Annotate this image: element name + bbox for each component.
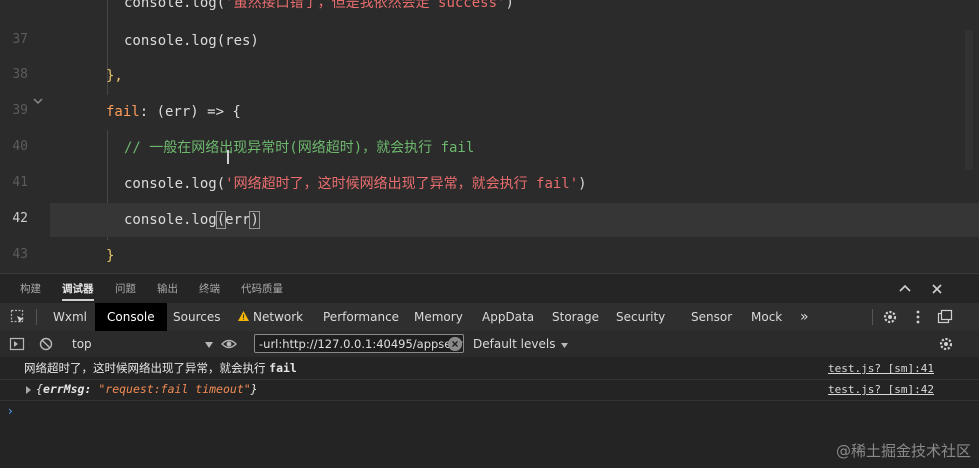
console-message-text: 网络超时了，这时候网络出现了异常，就会执行 fail	[24, 358, 297, 379]
tab-sources[interactable]: Sources	[173, 303, 220, 331]
editor-scrollbar[interactable]	[965, 30, 973, 170]
bracket-match: )	[249, 211, 260, 229]
object-key: errMsg:	[42, 382, 92, 396]
code-area[interactable]: console.log('虽然接口错了，但是我依然会走 success') co…	[50, 0, 979, 273]
log-levels-label: Default levels	[473, 337, 556, 351]
code-line-41: console.log('网络超时了，这时候网络出现了异常，就会执行 fail'…	[50, 167, 979, 201]
code-line-37: console.log(res)	[50, 24, 979, 58]
filter-input[interactable]: -url:http://127.0.0.1:40495/appservice	[254, 334, 464, 353]
code-token: console.log	[124, 212, 217, 228]
text-cursor-icon	[227, 150, 229, 164]
code-token: }	[106, 248, 115, 264]
message-text: 网络超时了，这时候网络出现了异常，就会执行	[24, 361, 270, 375]
code-line-43: }	[50, 239, 979, 273]
block-icon[interactable]	[38, 336, 54, 352]
line-gutter: 37 38 39 40 41 42 43	[0, 0, 50, 273]
line-number-active: 42	[12, 211, 28, 226]
code-line-42-current: console.log(err)	[50, 203, 979, 237]
line-number: 43	[12, 247, 28, 262]
line-number: 37	[12, 32, 28, 47]
close-icon[interactable]	[928, 280, 946, 298]
tab-security[interactable]: Security	[616, 303, 665, 331]
code-string: '虽然接口错了，但是我依然会走 success'	[225, 0, 506, 11]
expand-arrow-icon[interactable]	[26, 386, 31, 394]
tab-output[interactable]: 输出	[157, 274, 178, 304]
line-number: 39	[12, 103, 28, 118]
code-token: },	[106, 68, 123, 84]
tab-build[interactable]: 构建	[20, 274, 41, 304]
divider	[872, 309, 873, 325]
tab-problems[interactable]: 问题	[115, 274, 136, 304]
console-output[interactable]: 网络超时了，这时候网络出现了异常，就会执行 fail test.js? [sm]…	[0, 357, 979, 468]
code-keyword: fail	[106, 104, 140, 120]
kebab-icon[interactable]	[910, 309, 926, 325]
code-line-39: fail: (err) => {	[50, 95, 979, 129]
code-token: )	[578, 176, 587, 192]
line-number: 40	[12, 139, 28, 154]
warning-icon	[238, 311, 249, 321]
tab-memory[interactable]: Memory	[414, 303, 463, 331]
console-message: 网络超时了，这时候网络出现了异常，就会执行 fail test.js? [sm]…	[0, 358, 979, 380]
console-message: {errMsg: "request:fail timeout"} test.js…	[0, 379, 979, 401]
code-token: console.log(	[124, 176, 226, 192]
tab-sensor[interactable]: Sensor	[691, 303, 732, 331]
bracket-match: (	[215, 211, 227, 229]
inspect-icon[interactable]	[10, 309, 26, 325]
code-line-36: console.log('虽然接口错了，但是我依然会走 success')	[50, 0, 979, 20]
fold-chevron-icon[interactable]	[33, 96, 43, 106]
code-token: : (err) => {	[139, 104, 241, 120]
tab-appdata[interactable]: AppData	[482, 303, 534, 331]
code-token: console.log(res)	[124, 33, 259, 49]
gear-icon[interactable]	[938, 336, 954, 352]
code-line-38: },	[50, 59, 979, 93]
chevron-down-icon[interactable]	[205, 342, 213, 348]
tab-terminal[interactable]: 终端	[199, 274, 220, 304]
watermark: @稀土掘金技术社区	[835, 442, 971, 460]
log-levels-select[interactable]: Default levels	[473, 331, 569, 357]
console-toolbar: top -url:http://127.0.0.1:40495/appservi…	[0, 331, 979, 358]
line-number: 41	[12, 175, 28, 190]
sidebar-icon[interactable]	[9, 336, 25, 352]
tab-network[interactable]: Network	[238, 303, 303, 331]
bottom-panel-tabs: 构建 调试器 问题 输出 终端 代码质量	[0, 273, 979, 304]
tab-mock[interactable]: Mock	[751, 303, 782, 331]
tab-wxml[interactable]: Wxml	[53, 303, 87, 331]
line-number: 38	[12, 67, 28, 82]
code-token: console.log(	[124, 0, 226, 11]
source-link[interactable]: test.js? [sm]:42	[828, 379, 934, 400]
dock-icon[interactable]	[937, 309, 953, 325]
code-editor[interactable]: 37 38 39 40 41 42 43 console.log('虽然接口错了…	[0, 0, 979, 273]
message-code: fail	[269, 361, 297, 375]
context-select[interactable]: top	[72, 331, 92, 357]
code-token: )	[505, 0, 514, 11]
tab-storage[interactable]: Storage	[552, 303, 599, 331]
eye-icon[interactable]	[221, 336, 237, 352]
code-token: err	[225, 212, 251, 228]
code-string: '网络超时了，这时候网络出现了异常，就会执行 fail'	[225, 176, 579, 192]
tab-console[interactable]: Console	[95, 303, 167, 331]
tab-performance[interactable]: Performance	[323, 303, 399, 331]
gear-icon[interactable]	[882, 309, 898, 325]
tab-network-label: Network	[253, 310, 304, 324]
chevron-down-icon	[561, 343, 569, 348]
clear-filter-icon[interactable]	[448, 337, 462, 351]
chevron-up-icon[interactable]	[896, 280, 914, 298]
console-object[interactable]: {errMsg: "request:fail timeout"}	[36, 379, 258, 400]
tab-code-quality[interactable]: 代码质量	[241, 274, 283, 304]
console-prompt[interactable]: ›	[8, 401, 13, 422]
code-line-40: // 一般在网络出现异常时(网络超时)，就会执行 fail	[50, 131, 979, 165]
more-tabs-button[interactable]: »	[800, 303, 809, 331]
object-value: "request:fail timeout"	[98, 382, 251, 396]
divider	[36, 309, 37, 325]
source-link[interactable]: test.js? [sm]:41	[828, 358, 934, 379]
code-comment: // 一般在网络出现异常时(网络超时)，就会执行 fail	[124, 140, 475, 156]
tab-debugger[interactable]: 调试器	[62, 274, 94, 304]
devtools-tabs: Wxml Console Sources Network Performance…	[0, 303, 979, 332]
